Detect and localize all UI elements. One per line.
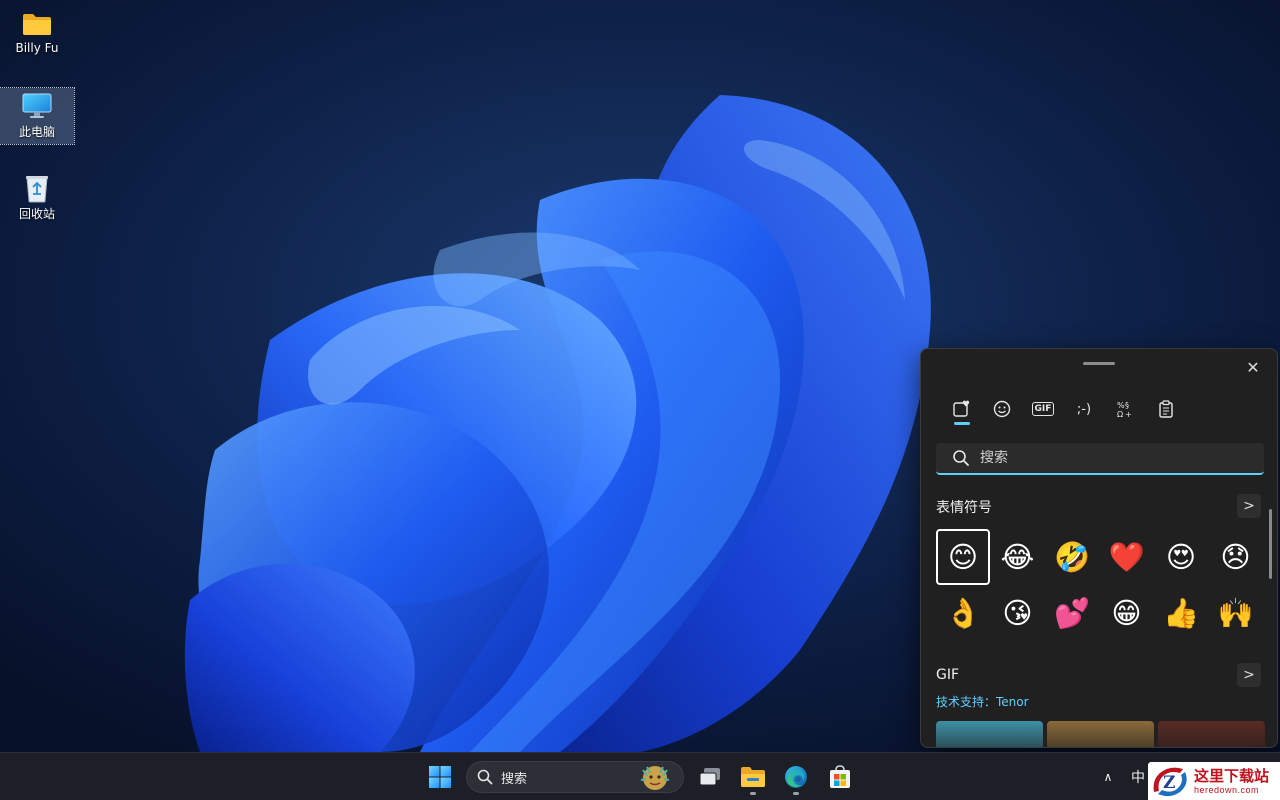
site-watermark: Z 这里下载站 heredown.com [1148, 762, 1280, 800]
close-button[interactable]: ✕ [1241, 355, 1265, 379]
emoji-glyph: 😊 [947, 539, 979, 574]
emoji-cell[interactable]: 😍 [1154, 529, 1208, 585]
emoji-cell[interactable]: 😊 [936, 529, 990, 585]
emoji-cell[interactable]: 😂 [991, 529, 1045, 585]
taskbar-file-explorer[interactable] [733, 757, 773, 797]
desktop-icon-label: Billy Fu [15, 41, 59, 55]
taskbar-store[interactable] [820, 757, 860, 797]
desktop-icon-recycle-bin[interactable]: 回收站 [0, 170, 74, 226]
clipboard-icon [1159, 400, 1173, 418]
emoji-cell[interactable]: ❤️ [1100, 529, 1154, 585]
windows-logo-icon [429, 766, 451, 788]
svg-text:Ω: Ω [1117, 410, 1123, 418]
recently-used-icon [953, 400, 970, 417]
emoji-glyph: 🙌 [1217, 595, 1254, 630]
emoji-section-more-button[interactable]: > [1237, 494, 1261, 518]
emoji-cell[interactable]: 🤣 [1045, 529, 1099, 585]
panel-tabs: GIF ;-) % § Ω + [941, 393, 1187, 429]
desktop-icon-this-pc[interactable]: 此电脑 [0, 87, 75, 145]
show-hidden-icons-button[interactable]: ∧ [1096, 765, 1120, 789]
emoji-glyph: ❤️ [1108, 539, 1145, 574]
emoji-cell[interactable]: 👍 [1154, 585, 1208, 641]
file-explorer-icon [741, 767, 765, 787]
panel-scrollbar[interactable] [1269, 509, 1272, 579]
emoji-icon [993, 400, 1011, 418]
input-method-indicator[interactable]: 中 [1131, 767, 1145, 787]
emoji-search-input[interactable] [980, 450, 1250, 466]
chevron-right-icon: > [1243, 667, 1255, 683]
emoji-panel: ✕ GIF ;-) % § Ω + 搜索 表情符号 > 😊 😂 🤣 ❤️ 😍 😞… [920, 348, 1278, 748]
desktop-icon-label: 此电脑 [18, 125, 55, 139]
svg-text:§: § [1125, 401, 1129, 410]
emoji-cell[interactable]: 😞 [1209, 529, 1263, 585]
tenor-attribution[interactable]: 技术支持：Tenor [936, 693, 1029, 710]
chevron-right-icon: > [1243, 498, 1255, 514]
task-view-button[interactable] [690, 757, 730, 797]
emoji-cell[interactable]: 😁 [1100, 585, 1154, 641]
close-icon: ✕ [1246, 357, 1260, 377]
gif-thumbnail[interactable] [1158, 721, 1265, 747]
start-button[interactable] [420, 757, 460, 797]
monitor-icon [21, 92, 53, 120]
svg-text:%: % [1117, 401, 1125, 410]
emoji-glyph: 👌 [944, 595, 982, 630]
desktop-icon-billy-fu[interactable]: Billy Fu [0, 6, 74, 62]
desktop-icon-label: 回收站 [18, 207, 55, 221]
gif-thumbnail-row [936, 721, 1265, 747]
store-icon [830, 765, 850, 788]
tab-recently-used[interactable] [941, 393, 981, 425]
emoji-cell[interactable]: 😘 [991, 585, 1045, 641]
gif-section-more-button[interactable]: > [1237, 663, 1261, 687]
emoji-glyph: 😂 [1000, 539, 1035, 574]
emoji-cell[interactable]: 🙌 [1209, 585, 1263, 641]
emoji-section-title: 表情符号 [936, 500, 992, 516]
tab-emoji[interactable] [982, 393, 1022, 425]
emoji-search-box[interactable] [936, 443, 1264, 475]
gif-thumbnail[interactable] [936, 721, 1043, 747]
edge-browser-icon [785, 766, 807, 788]
watermark-text-en: heredown.com [1194, 784, 1260, 795]
panel-drag-handle[interactable] [1083, 362, 1115, 365]
emoji-glyph: 😘 [1002, 595, 1033, 630]
taskbar: 搜索 ∧ 中 [0, 752, 1280, 800]
emoji-glyph: 💕 [1053, 595, 1091, 630]
watermark-logo-icon: Z [1153, 767, 1187, 797]
running-indicator [793, 792, 799, 795]
emoji-cell[interactable]: 💕 [1045, 585, 1099, 641]
search-icon [477, 769, 493, 785]
search-icon [952, 449, 970, 467]
search-highlight-icon [640, 766, 670, 790]
tab-symbols[interactable]: % § Ω + [1105, 393, 1145, 425]
taskbar-search-label: 搜索 [501, 771, 528, 787]
svg-text:+: + [1125, 410, 1132, 418]
tab-gif[interactable]: GIF [1023, 393, 1063, 425]
kaomoji-icon: ;-) [1076, 401, 1092, 417]
emoji-grid: 😊 😂 🤣 ❤️ 😍 😞 👌 😘 💕 😁 👍 🙌 [936, 529, 1266, 641]
gif-icon: GIF [1031, 402, 1055, 416]
tab-clipboard[interactable] [1146, 393, 1186, 425]
gif-thumbnail[interactable] [1047, 721, 1154, 747]
recycle-bin-icon [21, 174, 53, 203]
emoji-glyph: 😍 [1165, 539, 1197, 574]
emoji-glyph: 😞 [1220, 539, 1251, 574]
emoji-glyph: 😁 [1111, 595, 1142, 630]
watermark-text-cn: 这里下载站 [1194, 766, 1270, 785]
tab-kaomoji[interactable]: ;-) [1064, 393, 1104, 425]
emoji-glyph: 🤣 [1053, 539, 1091, 574]
folder-icon [21, 10, 53, 38]
running-indicator [750, 792, 756, 795]
gif-section-title: GIF [936, 667, 960, 683]
taskbar-search[interactable]: 搜索 [466, 761, 684, 793]
watermark-logo-letter: Z [1163, 773, 1175, 793]
symbols-icon: % § Ω + [1117, 401, 1132, 418]
emoji-glyph: 👍 [1162, 595, 1200, 630]
taskbar-edge[interactable] [776, 757, 816, 797]
emoji-cell[interactable]: 👌 [936, 585, 990, 641]
chevron-up-icon: ∧ [1103, 770, 1113, 784]
task-view-icon [699, 768, 720, 786]
